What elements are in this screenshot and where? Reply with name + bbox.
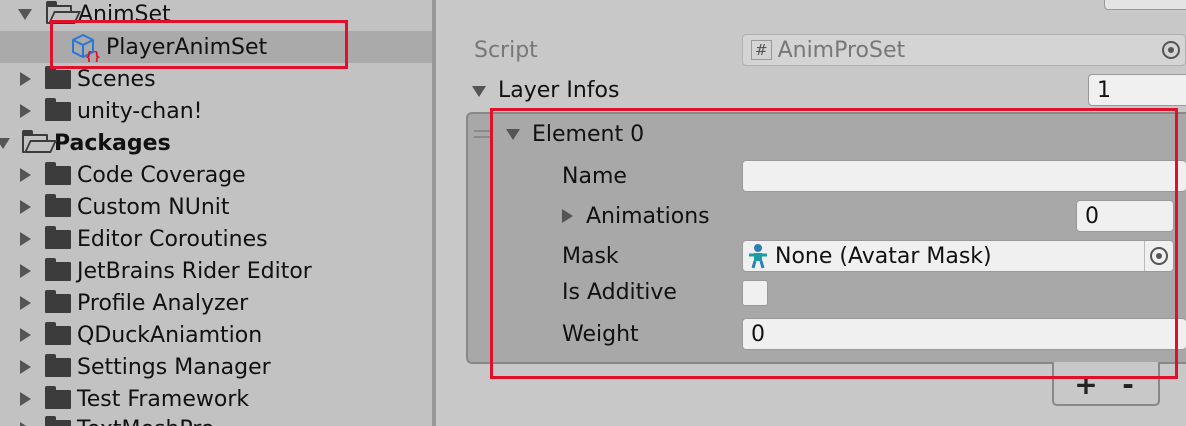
- script-value: AnimProSet: [777, 37, 906, 63]
- folder-open-icon: [46, 0, 72, 24]
- layer-infos-label[interactable]: Layer Infos: [498, 78, 619, 103]
- tree-item-editor-coroutines[interactable]: Editor Coroutines: [0, 223, 432, 255]
- tree-item-label: Scenes: [77, 66, 156, 92]
- is-additive-label: Is Additive: [562, 280, 677, 305]
- folder-icon: [45, 161, 71, 185]
- tree-item-label: PlayerAnimSet: [106, 34, 268, 60]
- chevron-down-icon[interactable]: [472, 86, 486, 97]
- tree-item-scenes[interactable]: Scenes: [0, 63, 432, 95]
- chevron-down-icon[interactable]: [0, 137, 10, 149]
- tree-item-settings-manager[interactable]: Settings Manager: [0, 351, 432, 383]
- chevron-right-icon[interactable]: [20, 296, 31, 310]
- folder-icon: [45, 193, 71, 217]
- animations-size-input[interactable]: 0: [1076, 200, 1174, 232]
- tree-item-packages[interactable]: Packages: [0, 127, 432, 159]
- tree-item-code-coverage[interactable]: Code Coverage: [0, 159, 432, 191]
- weight-label: Weight: [562, 322, 639, 347]
- tree-item-animset[interactable]: AnimSet: [0, 0, 432, 30]
- remove-element-button[interactable]: -: [1108, 368, 1148, 401]
- object-picker-icon[interactable]: [1162, 41, 1180, 59]
- asset-icon-badge: {}: [85, 50, 101, 62]
- tree-item-custom-nunit[interactable]: Custom NUnit: [0, 191, 432, 223]
- open-button[interactable]: [1104, 0, 1186, 10]
- chevron-right-icon[interactable]: [20, 72, 31, 86]
- script-field: # AnimProSet: [742, 34, 1186, 66]
- tree-item-label: Packages: [54, 130, 171, 156]
- folder-icon: [45, 415, 71, 426]
- tree-item-label: JetBrains Rider Editor: [77, 258, 312, 284]
- animations-label[interactable]: Animations: [586, 204, 710, 229]
- tree-item-label: Code Coverage: [77, 162, 246, 188]
- tree-item-label: Profile Analyzer: [77, 290, 249, 316]
- tree-item-test-framework[interactable]: Test Framework: [0, 383, 432, 415]
- chevron-right-icon[interactable]: [20, 422, 31, 426]
- folder-icon: [45, 65, 71, 89]
- script-label: Script: [474, 38, 538, 63]
- chevron-down-icon[interactable]: [18, 8, 32, 20]
- tree-item-qduckaniamtion[interactable]: QDuckAniamtion: [0, 319, 432, 351]
- tree-item-textmeshpro[interactable]: TextMeshPro: [0, 413, 432, 426]
- folder-open-icon: [22, 129, 48, 153]
- chevron-down-icon[interactable]: [506, 129, 520, 140]
- chevron-right-icon[interactable]: [20, 104, 31, 118]
- tree-item-unity-chan[interactable]: unity-chan!: [0, 95, 432, 127]
- field-divider: [1144, 241, 1145, 271]
- tree-item-label: AnimSet: [78, 1, 171, 27]
- folder-icon: [45, 289, 71, 313]
- chevron-right-icon[interactable]: [20, 168, 31, 182]
- object-picker-icon[interactable]: [1150, 247, 1168, 265]
- weight-input[interactable]: 0: [742, 318, 1186, 350]
- mask-label: Mask: [562, 244, 619, 269]
- project-tree: AnimSet {} PlayerAnimSet Scenes unity-ch…: [0, 0, 432, 426]
- tree-item-jetbrains-rider-editor[interactable]: JetBrains Rider Editor: [0, 255, 432, 287]
- mask-value: None (Avatar Mask): [775, 243, 992, 269]
- tree-item-label: QDuckAniamtion: [77, 322, 263, 348]
- chevron-right-icon[interactable]: [20, 232, 31, 246]
- tree-item-label: Test Framework: [77, 386, 250, 412]
- avatar-mask-icon: [749, 244, 767, 269]
- tree-item-label: Custom NUnit: [77, 194, 230, 220]
- name-input[interactable]: [742, 160, 1186, 192]
- tree-item-label: unity-chan!: [77, 98, 203, 124]
- tree-item-label: Editor Coroutines: [77, 226, 268, 252]
- mask-object-field[interactable]: None (Avatar Mask): [742, 240, 1174, 272]
- add-element-button[interactable]: +: [1066, 368, 1106, 401]
- folder-icon: [45, 225, 71, 249]
- folder-icon: [45, 257, 71, 281]
- drag-handle-icon[interactable]: [474, 130, 492, 132]
- layer-infos-size-input[interactable]: 1: [1088, 74, 1186, 106]
- chevron-right-icon[interactable]: [20, 392, 31, 406]
- chevron-right-icon[interactable]: [562, 209, 573, 223]
- tree-item-label: Settings Manager: [77, 354, 271, 380]
- script-file-icon: #: [751, 40, 772, 60]
- folder-icon: [45, 385, 71, 409]
- name-label: Name: [562, 164, 627, 189]
- chevron-right-icon[interactable]: [20, 328, 31, 342]
- tree-item-profile-analyzer[interactable]: Profile Analyzer: [0, 287, 432, 319]
- folder-icon: [45, 97, 71, 121]
- folder-icon: [45, 353, 71, 377]
- inspector-panel: Script # AnimProSet Layer Infos 1 Elemen…: [436, 0, 1186, 426]
- chevron-right-icon[interactable]: [20, 200, 31, 214]
- chevron-right-icon[interactable]: [20, 264, 31, 278]
- tree-item-playeranimset[interactable]: {} PlayerAnimSet: [0, 31, 432, 63]
- tree-item-label: TextMeshPro: [77, 417, 214, 426]
- add-remove-footer: + -: [1052, 362, 1160, 406]
- element-title[interactable]: Element 0: [532, 122, 644, 147]
- folder-icon: [45, 321, 71, 345]
- drag-handle-icon[interactable]: [474, 136, 492, 138]
- chevron-right-icon[interactable]: [20, 360, 31, 374]
- scriptable-object-icon: {}: [72, 33, 101, 62]
- is-additive-checkbox[interactable]: [742, 280, 768, 306]
